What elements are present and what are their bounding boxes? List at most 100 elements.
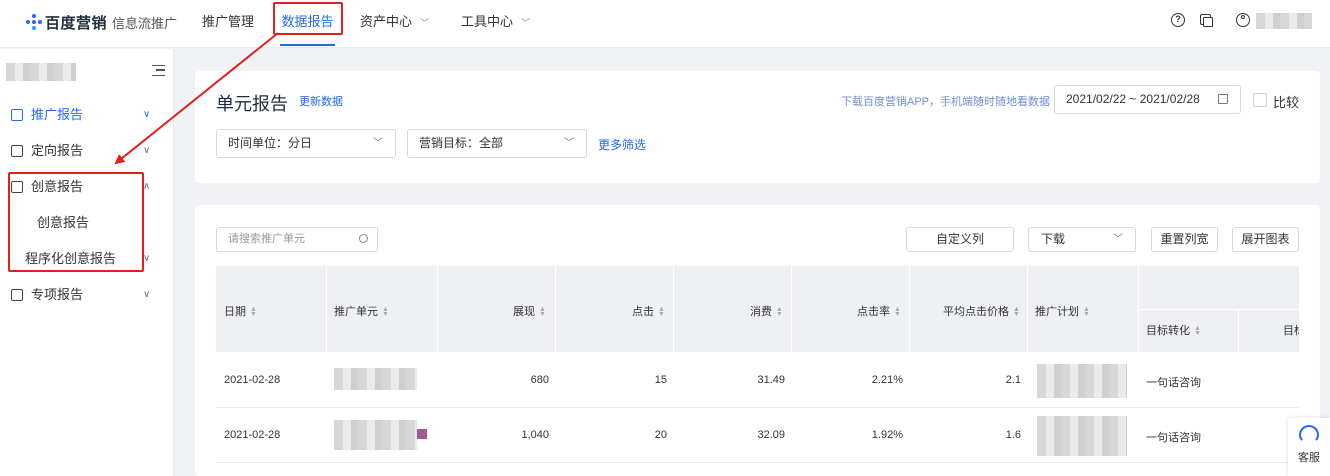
app-download-tip[interactable]: 下载百度营销APP，手机端随时随地看数据 [841, 93, 1050, 109]
logo-brand: 百度营销 [45, 14, 108, 32]
annotation-box-creative-report [8, 172, 144, 272]
sidebar-item-label: 专项报告 [31, 287, 84, 302]
help-icon[interactable]: ? [1171, 13, 1185, 27]
sidebar-item-promotion-report[interactable]: 推广报告 ∨ [0, 97, 174, 133]
cell-avg-cpc: 2.1 [1005, 374, 1021, 386]
list-icon [11, 145, 23, 157]
headset-icon [1299, 425, 1319, 443]
cell-campaign-redacted[interactable] [1037, 364, 1127, 398]
cell-ctr: 2.21% [871, 374, 903, 386]
collapse-menu-icon[interactable] [152, 65, 165, 76]
time-unit-value: 时间单位：分日 [228, 136, 313, 150]
cell-target-conversion: 一句话咨询 [1146, 377, 1201, 389]
column-header-ctr[interactable]: 点击率 ▲ ▼ [857, 303, 901, 319]
cell-cost: 31.49 [757, 374, 785, 386]
reset-column-width-button[interactable]: 重置列宽 [1151, 227, 1218, 252]
chevron-down-icon: ∨ [143, 289, 151, 300]
sort-icon[interactable]: ▲ ▼ [1194, 325, 1201, 337]
cell-ctr: 1.92% [871, 429, 903, 441]
username-redacted [1256, 13, 1312, 29]
time-unit-select[interactable]: 时间单位：分日 ﹀ [216, 129, 396, 158]
column-header-campaign[interactable]: 推广计划 ▲ ▼ [1035, 303, 1090, 319]
sort-icon[interactable]: ▲ ▼ [1083, 306, 1090, 318]
sort-icon[interactable]: ▲ ▼ [382, 306, 389, 318]
sort-icon[interactable]: ▲ ▼ [250, 306, 257, 318]
copy-icon[interactable] [1200, 14, 1213, 27]
cell-unit-redacted[interactable] [334, 368, 417, 390]
compare-checkbox[interactable] [1253, 93, 1267, 107]
chevron-down-icon: ∨ [143, 109, 151, 120]
page-title: 单元报告 [216, 94, 288, 114]
chevron-down-icon: ﹀ [1113, 234, 1123, 245]
column-header-date[interactable]: 日期 ▲ ▼ [224, 303, 257, 319]
nav-item-label: 资产中心 [360, 14, 413, 29]
refresh-data-link[interactable]: 更新数据 [299, 93, 343, 109]
logo-product: 信息流推广 [112, 15, 178, 31]
cell-clicks: 20 [654, 429, 667, 441]
account-name-redacted [6, 63, 76, 81]
search-placeholder: 请搜索推广单元 [228, 233, 305, 245]
cell-clicks: 15 [654, 374, 667, 386]
chevron-down-icon: ﹀ [564, 138, 574, 149]
sidebar-item-label: 定向报告 [31, 143, 84, 158]
column-header-clicks[interactable]: 点击 ▲ ▼ [632, 303, 665, 319]
nav-item-assets[interactable]: 资产中心 ﹀ [360, 0, 429, 46]
chevron-up-icon: ∧ [143, 181, 151, 192]
cell-unit-redacted[interactable] [334, 420, 417, 450]
sort-icon[interactable]: ▲ ▼ [539, 306, 546, 318]
sort-icon[interactable]: ▲ ▼ [658, 306, 665, 318]
column-header-impressions[interactable]: 展现 ▲ ▼ [513, 303, 546, 319]
user-icon[interactable] [1236, 13, 1250, 27]
sort-icon[interactable]: ▲ ▼ [1013, 306, 1020, 318]
expand-chart-label: 展开图表 [1241, 232, 1290, 246]
column-header-cost[interactable]: 消费 ▲ ▼ [750, 303, 783, 319]
sort-icon[interactable]: ▲ ▼ [776, 306, 783, 318]
nav-item-promotion[interactable]: 推广管理 [202, 0, 254, 46]
column-header-target-conversion[interactable]: 目标转化 ▲ ▼ [1146, 322, 1201, 338]
chevron-down-icon: ∨ [143, 145, 151, 156]
sidebar-item-targeting-report[interactable]: 定向报告 ∨ [0, 133, 174, 169]
cell-impressions: 680 [530, 374, 549, 386]
date-range-value: 2021/02/22 ~ 2021/02/28 [1066, 92, 1200, 106]
unit-color-marker [417, 429, 427, 439]
download-label: 下载 [1041, 232, 1066, 246]
grid-list-icon [11, 289, 23, 301]
chevron-down-icon: ﹀ [420, 18, 430, 28]
sort-icon[interactable]: ▲ ▼ [894, 306, 901, 318]
cell-target-conversion: 一句话咨询 [1146, 432, 1201, 444]
download-select[interactable]: 下载 ﹀ [1028, 227, 1136, 252]
sidebar-item-label: 推广报告 [31, 107, 84, 122]
nav-item-label: 工具中心 [461, 14, 514, 29]
column-header-avg-cpc[interactable]: 平均点击价格 ▲ ▼ [943, 303, 1020, 319]
cell-campaign-redacted[interactable] [1037, 416, 1127, 456]
column-header-target[interactable]: 目标 [1283, 322, 1299, 338]
logo-mark-icon [26, 14, 42, 30]
annotation-box-data-report [273, 2, 343, 35]
marketing-goal-value: 营销目标：全部 [419, 136, 504, 150]
top-navigation: 百度营销 信息流推广 推广管理 数据报告 资产中心 ﹀ 工具中心 ﹀ ? [0, 0, 1330, 48]
chart-icon [11, 109, 23, 121]
cell-impressions: 1,040 [521, 429, 549, 441]
more-filters-link[interactable]: 更多筛选 [598, 136, 646, 153]
date-range-picker[interactable]: 2021/02/22 ~ 2021/02/28 [1054, 85, 1241, 114]
column-header-unit[interactable]: 推广单元 ▲ ▼ [334, 303, 389, 319]
sidebar-item-special-report[interactable]: 专项报告 ∨ [0, 277, 174, 313]
cell-avg-cpc: 1.6 [1005, 429, 1021, 441]
chevron-down-icon: ﹀ [373, 138, 383, 149]
reset-column-width-label: 重置列宽 [1160, 232, 1209, 246]
nav-item-label: 推广管理 [202, 14, 255, 29]
calendar-icon [1218, 94, 1228, 104]
customer-service-button[interactable]: 客服 [1288, 418, 1330, 476]
custom-columns-label: 自定义列 [935, 232, 984, 246]
customer-service-label: 客服 [1298, 452, 1320, 464]
marketing-goal-select[interactable]: 营销目标：全部 ﹀ [407, 129, 587, 158]
cell-date: 2021-02-28 [224, 429, 281, 441]
logo[interactable]: 百度营销 信息流推广 [26, 12, 177, 32]
expand-chart-button[interactable]: 展开图表 [1232, 227, 1299, 252]
unit-search-input[interactable]: 请搜索推广单元 [216, 227, 378, 252]
nav-item-tools[interactable]: 工具中心 ﹀ [461, 0, 530, 46]
compare-label: 比较 [1273, 95, 1300, 110]
search-icon [359, 234, 368, 243]
custom-columns-button[interactable]: 自定义列 [906, 227, 1014, 252]
cell-cost: 32.09 [757, 429, 785, 441]
